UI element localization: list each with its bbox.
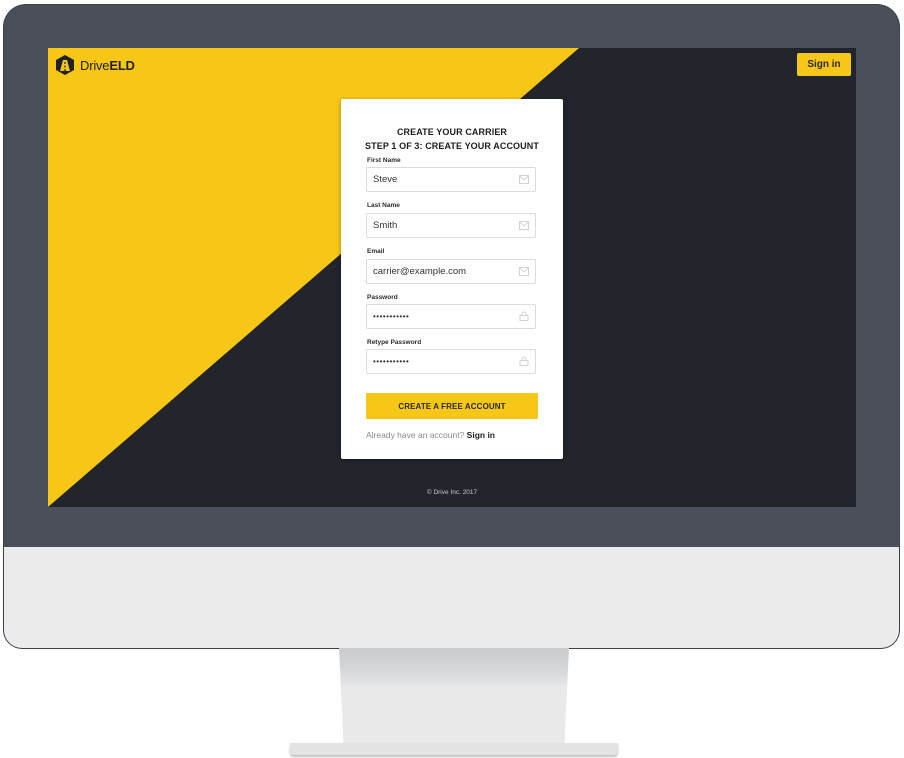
signin-prompt: Already have an account? Sign in [366, 430, 495, 440]
card-title-line2: STEP 1 OF 3: CREATE YOUR ACCOUNT [365, 141, 539, 151]
email-label: Email [367, 248, 385, 255]
brand-name: DriveELD [80, 57, 135, 73]
screen: DriveELD Sign in CREATE YOUR CARRIER STE… [48, 48, 856, 507]
lock-icon [519, 356, 529, 366]
monitor-stand-neck [339, 648, 569, 746]
card-title-line1: CREATE YOUR CARRIER [396, 127, 508, 137]
envelope-icon [519, 267, 529, 276]
signin-link[interactable]: Sign in [467, 430, 495, 440]
envelope-icon [519, 175, 529, 184]
create-account-button[interactable]: CREATE A FREE ACCOUNT [366, 393, 538, 419]
last-name-field-box[interactable] [366, 213, 536, 238]
email-input[interactable] [367, 260, 517, 283]
retype-password-label: Retype Password [367, 339, 422, 346]
footer-copyright: © Drive Inc. 2017 [426, 489, 478, 496]
retype-password-field-box[interactable] [366, 349, 536, 374]
first-name-input[interactable] [367, 168, 517, 191]
monitor-stand-base [290, 743, 618, 755]
envelope-icon [519, 221, 529, 230]
first-name-field-box[interactable] [366, 167, 536, 192]
header-signin-button[interactable]: Sign in [797, 53, 851, 76]
last-name-label: Last Name [367, 202, 400, 209]
password-label: Password [367, 294, 398, 301]
first-name-label: First Name [367, 157, 401, 164]
retype-password-input[interactable] [367, 350, 517, 373]
password-field-box[interactable] [366, 304, 536, 329]
signup-card: CREATE YOUR CARRIER STEP 1 OF 3: CREATE … [341, 99, 563, 459]
monitor-chin [4, 547, 899, 648]
road-hexagon-icon [56, 55, 74, 75]
lock-icon [519, 311, 529, 321]
last-name-input[interactable] [367, 214, 517, 237]
password-input[interactable] [367, 305, 517, 328]
email-field-box[interactable] [366, 259, 536, 284]
already-have-account-text: Already have an account? [366, 430, 465, 440]
brand-logo[interactable]: DriveELD [54, 54, 135, 76]
